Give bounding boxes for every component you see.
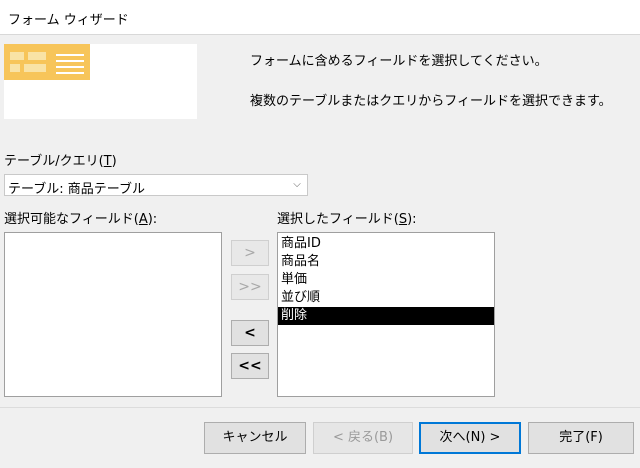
add-all-fields-button[interactable]: >> xyxy=(231,274,269,300)
instruction-subtext: 複数のテーブルまたはクエリからフィールドを選択できます。 xyxy=(250,94,612,109)
title-separator xyxy=(0,34,640,35)
table-query-value: テーブル: 商品テーブル xyxy=(8,182,145,197)
window-title: フォーム ウィザード xyxy=(8,13,129,28)
form-preview-icon xyxy=(4,44,90,80)
selected-field-item[interactable]: 商品名 xyxy=(278,253,494,271)
instruction-text: フォームに含めるフィールドを選択してください。 xyxy=(250,54,548,69)
preview-panel xyxy=(4,44,197,119)
selected-fields-label: 選択したフィールド(S): xyxy=(277,212,417,227)
finish-button[interactable]: 完了(F) xyxy=(528,422,634,454)
footer-divider xyxy=(0,407,640,408)
table-query-dropdown[interactable]: テーブル: 商品テーブル ⌵ xyxy=(4,174,308,197)
selected-fields-list[interactable]: 商品ID 商品名 単価 並び順 削除 xyxy=(277,232,495,397)
remove-all-fields-button[interactable]: << xyxy=(231,353,269,379)
selected-field-item[interactable]: 商品ID xyxy=(278,235,494,253)
next-button[interactable]: 次へ(N) > xyxy=(419,422,521,454)
selected-field-item[interactable]: 単価 xyxy=(278,271,494,289)
available-fields-label: 選択可能なフィールド(A): xyxy=(4,212,158,227)
add-field-button[interactable]: > xyxy=(231,240,269,266)
chevron-down-icon[interactable]: ⌵ xyxy=(289,177,305,193)
table-query-label: テーブル/クエリ(T) xyxy=(4,154,117,169)
back-button[interactable]: < 戻る(B) xyxy=(313,422,413,454)
cancel-button[interactable]: キャンセル xyxy=(204,422,306,454)
available-fields-list[interactable] xyxy=(4,232,222,397)
remove-field-button[interactable]: < xyxy=(231,320,269,346)
selected-field-item[interactable]: 並び順 xyxy=(278,289,494,307)
selected-field-item[interactable]: 削除 xyxy=(278,307,494,325)
title-bar: フォーム ウィザード xyxy=(0,0,640,34)
